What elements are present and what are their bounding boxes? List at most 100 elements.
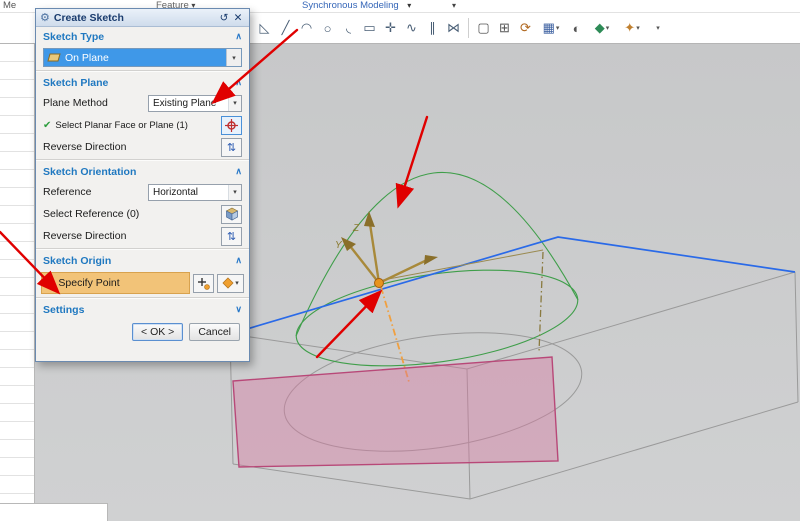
select-planar-face-row: ✔ Select Planar Face or Plane (1) [36, 114, 249, 136]
section-divider [36, 70, 249, 72]
sketch-plane-header[interactable]: Sketch Plane ∧ [36, 73, 249, 92]
ribbon-overflow[interactable]: ▾ [452, 0, 456, 11]
rectangle-icon: ▭ [363, 20, 375, 36]
chevron-up-icon: ∧ [235, 77, 242, 88]
select-reference-button[interactable] [221, 205, 242, 224]
rotate-view-icon: ⟳ [520, 20, 531, 36]
sketch-type-header[interactable]: Sketch Type ∧ [36, 27, 249, 46]
reverse-direction-button[interactable]: ⇅ [221, 138, 242, 157]
point-options-dropdown[interactable]: ▾ [217, 274, 244, 293]
zoom-window-icon: ▢ [477, 20, 489, 36]
settings-header[interactable]: Settings ∨ [36, 300, 249, 319]
point-icon: ✛ [385, 20, 396, 36]
plane-method-value: Existing Plane [149, 98, 228, 109]
select-planar-face-label: Select Planar Face or Plane (1) [55, 120, 188, 131]
select-reference-label: Select Reference (0) [43, 208, 139, 220]
chevron-down-icon: ▾ [636, 24, 640, 32]
face-select-icon [225, 119, 238, 132]
close-button[interactable]: ✕ [231, 12, 245, 24]
render-style-dropdown[interactable]: ▦▾ [536, 16, 566, 40]
reverse-direction-button-2[interactable]: ⇅ [221, 227, 242, 246]
select-reference-row: Select Reference (0) [36, 203, 249, 225]
ribbon-group-synchronous-modeling[interactable]: Synchronous Modeling ▾ [302, 0, 411, 11]
fillet-tool-button[interactable]: ◟ [338, 16, 359, 40]
create-sketch-dialog: ⚙ Create Sketch ↺ ✕ Sketch Type ∧ On Pla… [35, 8, 250, 362]
reverse-direction-label: Reverse Direction [43, 141, 126, 153]
line-icon: ╱ [282, 20, 290, 36]
chevron-down-icon: ▾ [235, 279, 239, 287]
sketch-plane-header-label: Sketch Plane [43, 77, 108, 89]
chevron-down-icon: ▾ [606, 24, 610, 32]
rectangle-tool-button[interactable]: ▭ [359, 16, 380, 40]
specify-point-highlight[interactable]: ✔ Specify Point [41, 272, 190, 294]
point-dialog-button[interactable] [193, 274, 214, 293]
sketch-type-selected: On Plane [44, 49, 226, 66]
circle-icon: ○ [324, 21, 332, 36]
point-dialog-icon [197, 277, 210, 290]
mirror-tool-button[interactable]: ⋈ [443, 16, 464, 40]
check-icon: ✔ [46, 278, 54, 289]
reverse-direction-row-plane: Reverse Direction ⇅ [36, 136, 249, 158]
circle-tool-button[interactable]: ○ [317, 16, 338, 40]
specify-point-label: Specify Point [58, 277, 119, 289]
chevron-down-icon: ▾ [228, 96, 241, 111]
reverse-direction-row-orientation: Reverse Direction ⇅ [36, 225, 249, 247]
ok-button[interactable]: < OK > [132, 323, 183, 341]
chevron-down-icon: ▾ [452, 1, 456, 10]
plane-method-row: Plane Method Existing Plane ▾ [36, 92, 249, 114]
spline-icon: ∿ [406, 20, 417, 36]
sync-modeling-group-label: Synchronous Modeling [302, 0, 399, 11]
chevron-down-icon: ∨ [235, 304, 242, 315]
inferred-point-icon [222, 277, 234, 289]
nx-application-window: Z Y Me Feature ▾ Synchronous Modeling ▾ … [0, 0, 800, 521]
effects-icon: ✦ [624, 20, 635, 36]
sketch-origin-header-label: Sketch Origin [43, 255, 111, 267]
section-divider [36, 297, 249, 299]
fit-view-button[interactable]: ⊞ [494, 16, 515, 40]
cancel-button[interactable]: Cancel [189, 323, 240, 341]
chevron-down-icon[interactable]: ▾ [226, 49, 241, 66]
on-plane-icon [47, 53, 61, 63]
spline-tool-button[interactable]: ∿ [401, 16, 422, 40]
shaded-view-icon: ◐ [573, 21, 581, 36]
plane-method-label: Plane Method [43, 97, 108, 109]
chevron-up-icon: ∧ [235, 255, 242, 266]
reference-label: Reference [43, 186, 91, 198]
reverse-arrows-icon: ⇅ [227, 141, 236, 154]
reset-button[interactable]: ↺ [217, 12, 231, 24]
reference-value: Horizontal [149, 187, 228, 198]
specify-point-row: ✔ Specify Point ▾ [36, 270, 249, 296]
chevron-up-icon: ∧ [235, 31, 242, 42]
plane-method-combo[interactable]: Existing Plane ▾ [148, 95, 242, 112]
zoom-window-button[interactable]: ▢ [473, 16, 494, 40]
chevron-down-icon[interactable]: ▾ [407, 1, 411, 10]
mirror-icon: ⋈ [447, 20, 460, 36]
section-divider [36, 248, 249, 250]
sketch-orientation-header-label: Sketch Orientation [43, 166, 136, 178]
shaded-view-button[interactable]: ◐ [566, 16, 587, 40]
line-tool-button[interactable]: ╱ [275, 16, 296, 40]
effects-dropdown[interactable]: ✦▾ [617, 16, 647, 40]
cube-icon [225, 207, 239, 221]
dialog-title: Create Sketch [54, 12, 217, 24]
rotate-view-button[interactable]: ⟳ [515, 16, 536, 40]
sketch-orientation-header[interactable]: Sketch Orientation ∧ [36, 162, 249, 181]
fit-view-icon: ⊞ [499, 20, 510, 36]
offset-tool-button[interactable]: ∥ [422, 16, 443, 40]
sketch-type-combo[interactable]: On Plane ▾ [43, 48, 242, 67]
menu-label[interactable]: Me [3, 0, 16, 11]
sketch-origin-header[interactable]: Sketch Origin ∧ [36, 251, 249, 270]
toolbar-overflow-button[interactable]: ▾ [647, 16, 668, 40]
arc-tool-button[interactable]: ◠ [296, 16, 317, 40]
reference-combo[interactable]: Horizontal ▾ [148, 184, 242, 201]
select-face-button[interactable] [221, 116, 242, 135]
render-style-icon: ▦ [543, 20, 555, 36]
point-tool-button[interactable]: ✛ [380, 16, 401, 40]
gear-icon: ⚙ [40, 11, 50, 24]
navigator-strip[interactable] [0, 44, 35, 521]
fillet-icon: ◟ [346, 20, 351, 36]
palette-dropdown[interactable]: ◆▾ [587, 16, 617, 40]
dialog-title-bar[interactable]: ⚙ Create Sketch ↺ ✕ [36, 9, 249, 27]
profile-tool-button[interactable]: ◺ [254, 16, 275, 40]
settings-header-label: Settings [43, 304, 84, 316]
